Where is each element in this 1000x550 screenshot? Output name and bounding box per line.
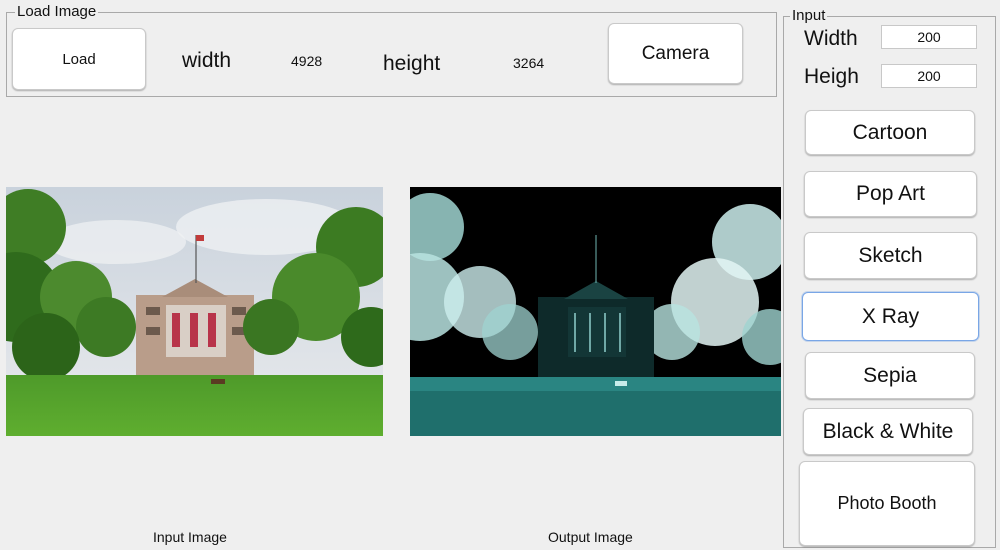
- black-white-button[interactable]: Black & White: [803, 408, 973, 455]
- input-panel-title: Input: [790, 7, 828, 24]
- xray-button[interactable]: X Ray: [802, 292, 979, 341]
- height-label: height: [383, 52, 441, 75]
- cartoon-button[interactable]: Cartoon: [805, 110, 975, 155]
- width-param-label: Width: [804, 27, 858, 50]
- width-label: width: [182, 49, 232, 72]
- width-value: 4928: [291, 53, 323, 69]
- width-param-input[interactable]: [881, 25, 977, 49]
- output-image-label: Output Image: [548, 529, 633, 545]
- input-image-label: Input Image: [153, 529, 227, 545]
- sketch-button[interactable]: Sketch: [804, 232, 977, 279]
- photo-booth-button[interactable]: Photo Booth: [799, 461, 975, 546]
- height-param-label: Heigh: [804, 65, 859, 88]
- pop-art-button[interactable]: Pop Art: [804, 171, 977, 217]
- height-value: 3264: [513, 55, 545, 71]
- input-image: [6, 187, 383, 436]
- sepia-button[interactable]: Sepia: [805, 352, 975, 399]
- height-param-input[interactable]: [881, 64, 977, 88]
- load-button[interactable]: Load: [12, 28, 146, 90]
- load-image-title: Load Image: [15, 3, 99, 20]
- output-image: [410, 187, 781, 436]
- camera-button[interactable]: Camera: [608, 23, 743, 84]
